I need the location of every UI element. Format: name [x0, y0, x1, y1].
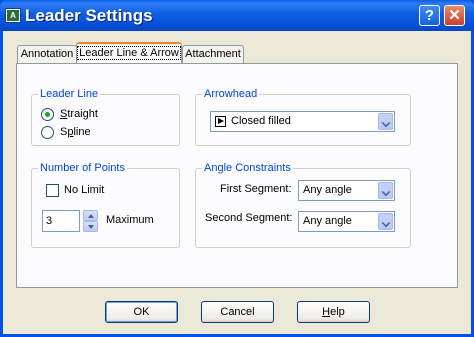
ok-button[interactable]: OK [105, 301, 178, 323]
angle-constraints-legend: Angle Constraints [202, 162, 293, 174]
app-icon: A [5, 8, 21, 23]
tab-panel: Leader Line Straight Spline Arrowhead Cl… [16, 63, 458, 288]
first-segment-label: First Segment: [220, 183, 292, 195]
help-title-button[interactable]: ? [419, 5, 440, 26]
points-spinner[interactable] [83, 210, 98, 232]
leader-settings-dialog: A Leader Settings ? ✕ Annotation Leader … [0, 0, 474, 337]
spline-radio[interactable] [41, 126, 54, 139]
chevron-down-icon[interactable] [378, 182, 393, 199]
straight-label[interactable]: Straight [60, 108, 98, 120]
closed-filled-arrow-icon [215, 116, 226, 127]
points-input[interactable]: 3 [42, 210, 80, 232]
dialog-body: Annotation Leader Line & Arrow Attachmen… [3, 31, 471, 334]
arrowhead-legend: Arrowhead [202, 88, 260, 100]
leader-line-group: Leader Line Straight Spline [31, 88, 180, 146]
leader-line-legend: Leader Line [38, 88, 101, 100]
close-button[interactable]: ✕ [444, 5, 465, 26]
angle-constraints-group: Angle Constraints First Segment: Any ang… [195, 162, 411, 248]
help-button[interactable]: Help [297, 301, 370, 323]
spline-label[interactable]: Spline [60, 126, 91, 138]
arrowhead-group: Arrowhead Closed filled [195, 88, 411, 146]
second-segment-select[interactable]: Any angle [298, 211, 395, 232]
chevron-down-icon[interactable] [378, 113, 393, 130]
number-of-points-legend: Number of Points [38, 162, 127, 174]
window-title: Leader Settings [25, 6, 153, 25]
title-bar[interactable]: A Leader Settings ? ✕ [0, 0, 474, 31]
tab-annotation[interactable]: Annotation [17, 45, 77, 63]
tab-attachment[interactable]: Attachment [182, 45, 244, 63]
spin-down-icon[interactable] [83, 221, 98, 232]
straight-radio[interactable] [41, 108, 54, 121]
maximum-label: Maximum [106, 214, 154, 226]
arrowhead-select[interactable]: Closed filled [210, 111, 395, 132]
tab-leader-line-arrow[interactable]: Leader Line & Arrow [76, 42, 182, 63]
no-limit-label[interactable]: No Limit [64, 184, 104, 196]
spin-up-icon[interactable] [83, 210, 98, 221]
first-segment-select[interactable]: Any angle [298, 180, 395, 201]
chevron-down-icon[interactable] [378, 213, 393, 230]
cancel-button[interactable]: Cancel [201, 301, 274, 323]
no-limit-checkbox[interactable] [46, 184, 59, 197]
second-segment-label: Second Segment: [205, 212, 293, 224]
number-of-points-group: Number of Points No Limit 3 Maximum [31, 162, 180, 248]
